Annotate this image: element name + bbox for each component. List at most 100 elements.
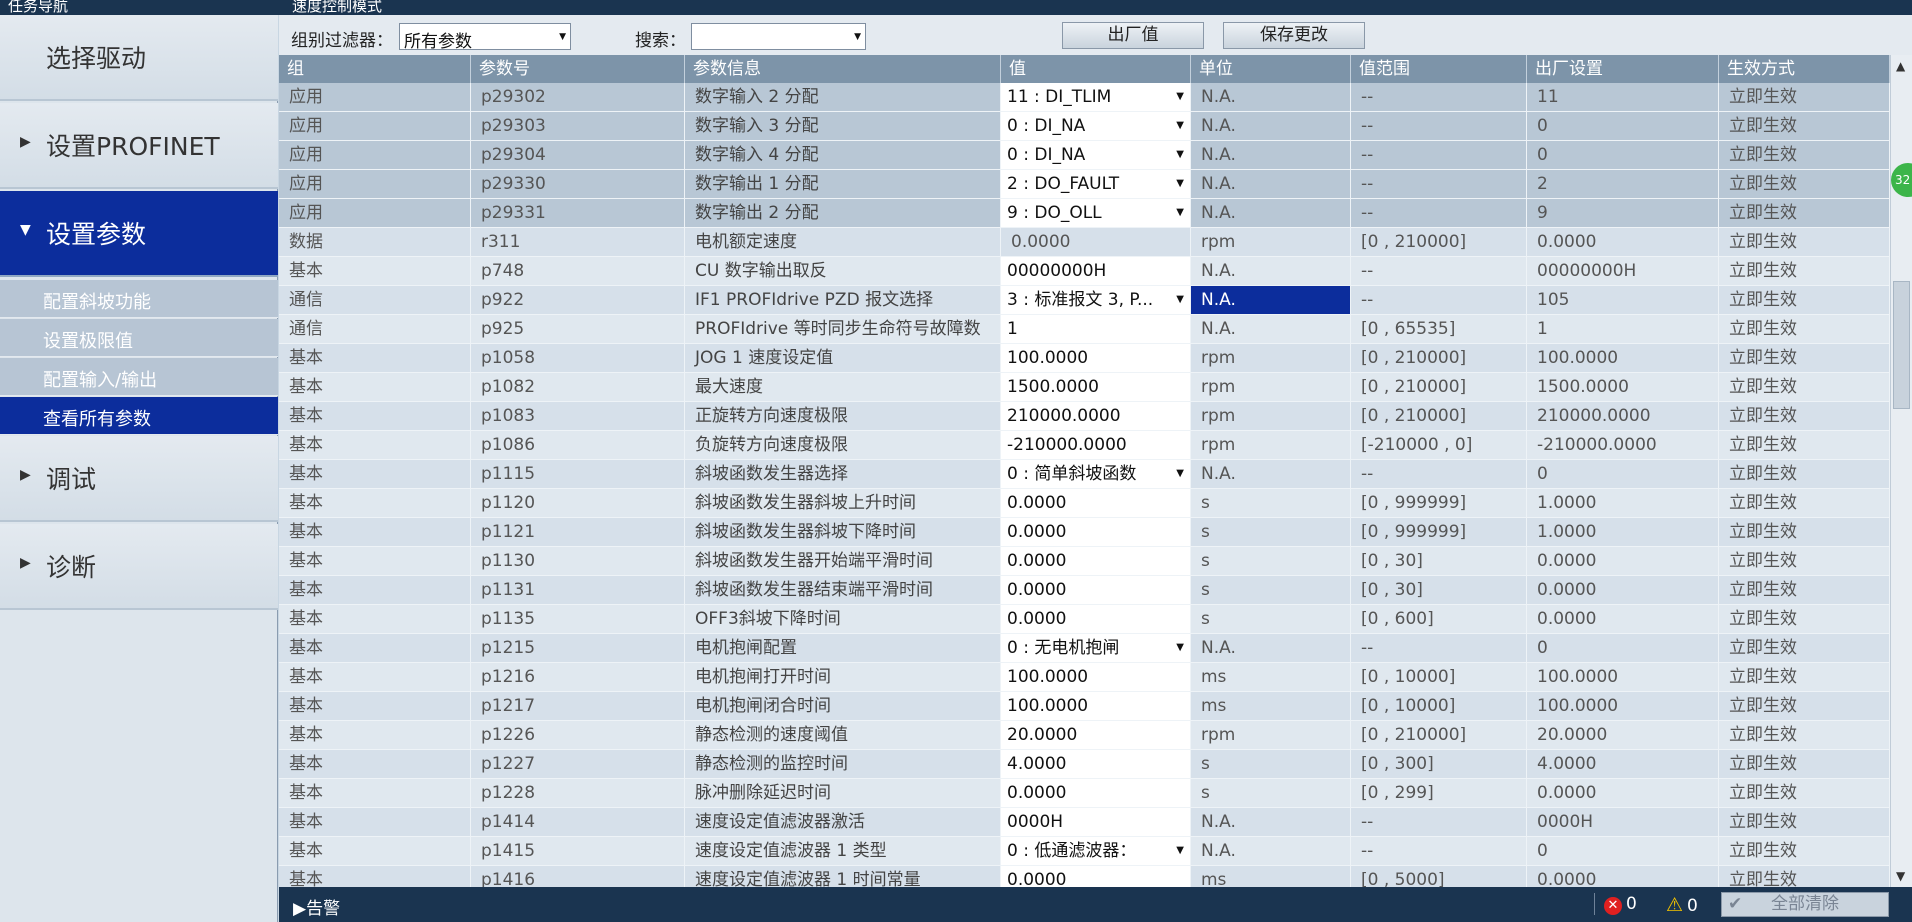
table-row[interactable]: 基本 p1086 负旋转方向速度极限 -210000.0000 rpm [-210000 … (279, 431, 1890, 460)
column-header-unit[interactable]: 单位 (1191, 55, 1351, 83)
cell-value[interactable]: 20.0000 (1001, 721, 1191, 749)
error-icon: ✕ (1604, 897, 1622, 915)
nav-setup-profinet[interactable]: ▶ 设置PROFINET (0, 103, 278, 189)
scroll-thumb[interactable] (1893, 281, 1910, 409)
cell-value-dropdown[interactable]: 0 : DI_NA ▼ (1001, 141, 1191, 169)
nav-diagnostics[interactable]: ▶ 诊断 (0, 524, 278, 610)
table-row[interactable]: 数据 r311 电机额定速度 0.0000 rpm [0 , 210000] 0.0000 立… (279, 228, 1890, 257)
nav-setup-parameters[interactable]: ▼ 设置参数 (0, 191, 278, 277)
column-header-effect[interactable]: 生效方式 (1719, 55, 1890, 83)
cell-effect: 立即生效 (1719, 112, 1890, 140)
group-filter-dropdown[interactable]: 所有参数 ▼ (399, 23, 571, 52)
cell-value[interactable]: 100.0000 (1001, 663, 1191, 691)
cell-unit: ms (1191, 663, 1351, 691)
cell-factory: 0 (1527, 112, 1719, 140)
cell-value[interactable]: 1500.0000 (1001, 373, 1191, 401)
cell-range: [0 , 10000] (1351, 692, 1527, 720)
cell-value[interactable]: 100.0000 (1001, 344, 1191, 372)
table-row[interactable]: 应用 p29330 数字输出 1 分配 2 : DO_FAULT ▼ N.A. -- 2 立即生… (279, 170, 1890, 199)
cell-value[interactable]: 0.0000 (1001, 605, 1191, 633)
clear-all-label: 全部清除 (1771, 894, 1839, 914)
cell-value[interactable]: 1 (1001, 315, 1191, 343)
cell-value[interactable]: 0000H (1001, 808, 1191, 836)
alarm-toggle[interactable]: ▶告警 (293, 894, 340, 919)
cell-value-dropdown[interactable]: 2 : DO_FAULT ▼ (1001, 170, 1191, 198)
cell-value-dropdown[interactable]: 11 : DI_TLIM ▼ (1001, 83, 1191, 111)
table-row[interactable]: 基本 p1058 JOG 1 速度设定值 100.0000 rpm [0 , 210000… (279, 344, 1890, 373)
table-row[interactable]: 基本 p1215 电机抱闸配置 0 : 无电机抱闸 ▼ N.A. -- 0 立即生效 (279, 634, 1890, 663)
column-header-value[interactable]: 值 (1001, 55, 1191, 83)
cell-unit: rpm (1191, 431, 1351, 459)
table-row[interactable]: 通信 p922 IF1 PROFIdrive PZD 报文选择 3 : 标准报文 3,… (279, 286, 1890, 315)
table-row[interactable]: 基本 p1217 电机抱闸闭合时间 100.0000 ms [0 , 10000] 100.… (279, 692, 1890, 721)
cell-value[interactable]: 00000000H (1001, 257, 1191, 285)
cell-value[interactable]: 0.0000 (1001, 576, 1191, 604)
cell-info: 斜坡函数发生器选择 (685, 460, 1001, 488)
column-header-range[interactable]: 值范围 (1351, 55, 1527, 83)
table-row[interactable]: 应用 p29303 数字输入 3 分配 0 : DI_NA ▼ N.A. -- 0 立即生效 (279, 112, 1890, 141)
table-row[interactable]: 基本 p1121 斜坡函数发生器斜坡下降时间 0.0000 s [0 , 999999] 1… (279, 518, 1890, 547)
cell-value[interactable]: 0.0000 (1001, 866, 1191, 887)
nav-sub-ramp-function[interactable]: 配置斜坡功能 (0, 280, 278, 318)
nav-commissioning[interactable]: ▶ 调试 (0, 436, 278, 522)
table-row[interactable]: 基本 p1414 速度设定值滤波器激活 0000H N.A. -- 0000H 立即生效 (279, 808, 1890, 837)
cell-effect: 立即生效 (1719, 315, 1890, 343)
cell-value[interactable]: 0.0000 (1001, 547, 1191, 575)
column-header-param[interactable]: 参数号 (471, 55, 685, 83)
table-row[interactable]: 基本 p1416 速度设定值滤波器 1 时间常量 0.0000 ms [0 , 5000]… (279, 866, 1890, 887)
search-input[interactable]: ▼ (691, 23, 866, 50)
cell-value[interactable]: 100.0000 (1001, 692, 1191, 720)
cell-param: p29303 (471, 112, 685, 140)
nav-sub-limits[interactable]: 设置极限值 (0, 319, 278, 357)
table-row[interactable]: 应用 p29304 数字输入 4 分配 0 : DI_NA ▼ N.A. -- 0 立即生效 (279, 141, 1890, 170)
cell-value-dropdown[interactable]: 0 : 简单斜坡函数 ▼ (1001, 460, 1191, 488)
table-row[interactable]: 基本 p1216 电机抱闸打开时间 100.0000 ms [0 , 10000] 100.… (279, 663, 1890, 692)
table-row[interactable]: 基本 p1115 斜坡函数发生器选择 0 : 简单斜坡函数 ▼ N.A. -- 0 立即生效 (279, 460, 1890, 489)
nav-sub-io-config[interactable]: 配置输入/输出 (0, 358, 278, 396)
cell-value[interactable]: 0.0000 (1001, 518, 1191, 546)
column-header-info[interactable]: 参数信息 (685, 55, 1001, 83)
clear-all-button[interactable]: ✔ 全部清除 (1721, 892, 1889, 917)
table-row[interactable]: 基本 p1120 斜坡函数发生器斜坡上升时间 0.0000 s [0 , 999999] 1… (279, 489, 1890, 518)
cell-info: CU 数字输出取反 (685, 257, 1001, 285)
nav-select-drive[interactable]: 选择驱动 (0, 15, 278, 101)
cell-group: 基本 (279, 837, 471, 865)
cell-value-dropdown[interactable]: 3 : 标准报文 3, P... ▼ (1001, 286, 1191, 314)
cell-value[interactable]: 0.0000 (1001, 779, 1191, 807)
cell-range: [0 , 210000] (1351, 721, 1527, 749)
table-row[interactable]: 基本 p1131 斜坡函数发生器结束端平滑时间 0.0000 s [0 , 30] 0.00… (279, 576, 1890, 605)
factory-values-button[interactable]: 出厂值 (1062, 22, 1204, 49)
save-changes-button[interactable]: 保存更改 (1223, 22, 1365, 49)
table-row[interactable]: 基本 p1083 正旋转方向速度极限 210000.0000 rpm [0 , 21000… (279, 402, 1890, 431)
cell-value[interactable]: -210000.0000 (1001, 431, 1191, 459)
table-row[interactable]: 基本 p1082 最大速度 1500.0000 rpm [0 , 210000] 1500.… (279, 373, 1890, 402)
warning-counter[interactable]: ⚠ 0 (1666, 894, 1698, 916)
table-row[interactable]: 应用 p29331 数字输出 2 分配 9 : DO_OLL ▼ N.A. -- 9 立即生效 (279, 199, 1890, 228)
cell-value-dropdown[interactable]: 0 : DI_NA ▼ (1001, 112, 1191, 140)
table-row[interactable]: 基本 p1135 OFF3斜坡下降时间 0.0000 s [0 , 600] 0.0000 立… (279, 605, 1890, 634)
cell-factory: 0.0000 (1527, 605, 1719, 633)
table-row[interactable]: 基本 p1130 斜坡函数发生器开始端平滑时间 0.0000 s [0 , 30] 0.00… (279, 547, 1890, 576)
cell-value-dropdown[interactable]: 0 : 低通滤波器： ▼ (1001, 837, 1191, 865)
table-row[interactable]: 基本 p1226 静态检测的速度阈值 20.0000 rpm [0 , 210000] 20… (279, 721, 1890, 750)
cell-group: 基本 (279, 402, 471, 430)
cell-value[interactable]: 0.0000 (1001, 489, 1191, 517)
error-counter[interactable]: ✕ 0 (1604, 894, 1637, 915)
cell-value[interactable]: 4.0000 (1001, 750, 1191, 778)
column-header-group[interactable]: 组 (279, 55, 471, 83)
table-row[interactable]: 基本 p748 CU 数字输出取反 00000000H N.A. -- 00000000H 立… (279, 257, 1890, 286)
table-row[interactable]: 基本 p1228 脉冲删除延迟时间 0.0000 s [0 , 299] 0.0000 立即生… (279, 779, 1890, 808)
cell-unit: rpm (1191, 402, 1351, 430)
table-row[interactable]: 通信 p925 PROFIdrive 等时同步生命符号故障数 1 N.A. [0 , 65… (279, 315, 1890, 344)
cell-value[interactable]: 210000.0000 (1001, 402, 1191, 430)
cell-value-dropdown[interactable]: 0 : 无电机抱闸 ▼ (1001, 634, 1191, 662)
scroll-down-icon[interactable]: ▼ (1896, 869, 1905, 883)
table-row[interactable]: 基本 p1227 静态检测的监控时间 4.0000 s [0 , 300] 4.0000 立即… (279, 750, 1890, 779)
table-row[interactable]: 基本 p1415 速度设定值滤波器 1 类型 0 : 低通滤波器： ▼ N.A. -- 0 立即… (279, 837, 1890, 866)
nav-sub-all-parameters[interactable]: 查看所有参数 (0, 397, 278, 435)
table-row[interactable]: 应用 p29302 数字输入 2 分配 11 : DI_TLIM ▼ N.A. -- 11 立即… (279, 83, 1890, 112)
cell-unit: s (1191, 779, 1351, 807)
cell-value-dropdown[interactable]: 9 : DO_OLL ▼ (1001, 199, 1191, 227)
column-header-factory[interactable]: 出厂设置 (1527, 55, 1719, 83)
scroll-up-icon[interactable]: ▲ (1896, 59, 1905, 73)
